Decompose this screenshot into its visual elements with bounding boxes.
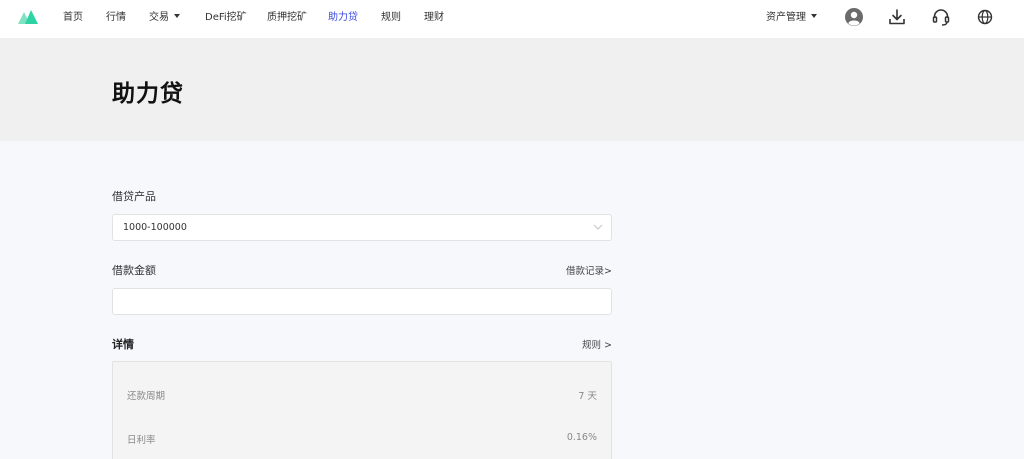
nav-trade-label: 交易 xyxy=(149,12,169,23)
page-title: 助力贷 xyxy=(112,81,184,107)
loan-product-label: 借贷产品 xyxy=(112,190,156,203)
nav-rules-label: 规则 xyxy=(381,12,401,23)
nav-assist-loan-label: 助力贷 xyxy=(328,12,358,23)
daily-rate-label: 日利率 xyxy=(127,435,156,446)
nav-staking-mining-label: 质押挖矿 xyxy=(267,12,307,23)
logo-icon[interactable] xyxy=(18,10,38,24)
nav-defi-mining-label: DeFi挖矿 xyxy=(205,12,247,23)
loan-product-value: 1000-100000 xyxy=(123,222,187,233)
loan-amount-input[interactable] xyxy=(112,288,612,315)
loan-amount-label: 借款金额 xyxy=(112,264,156,277)
nav-assist-loan[interactable]: 助力贷 xyxy=(328,0,358,38)
caret-down-icon xyxy=(174,14,180,18)
chevron-down-icon xyxy=(593,224,603,230)
repayment-period-label: 还款周期 xyxy=(127,391,166,402)
nav-home[interactable]: 首页 xyxy=(63,0,83,38)
nav-market[interactable]: 行情 xyxy=(106,0,126,38)
details-title: 详情 xyxy=(112,338,134,351)
download-icon[interactable] xyxy=(887,7,907,27)
asset-management-dropdown[interactable]: 资产管理 xyxy=(766,0,817,38)
asset-management-label: 资产管理 xyxy=(766,12,806,23)
detail-row-repayment-period: 还款周期 7 天 xyxy=(113,388,611,402)
top-navbar: 首页 行情 交易 DeFi挖矿 质押挖矿 助力贷 规则 理财 资产管理 xyxy=(0,0,1024,38)
user-icon[interactable] xyxy=(844,7,864,27)
nav-wealth[interactable]: 理财 xyxy=(424,0,444,38)
globe-icon[interactable] xyxy=(975,7,995,27)
rules-link[interactable]: 规则 > xyxy=(582,337,612,351)
nav-staking-mining[interactable]: 质押挖矿 xyxy=(267,0,307,38)
page-header-banner: 助力贷 xyxy=(0,38,1024,141)
nav-market-label: 行情 xyxy=(106,12,126,23)
nav-wealth-label: 理财 xyxy=(424,12,444,23)
details-panel: 还款周期 7 天 日利率 0.16% xyxy=(112,361,612,459)
daily-rate-value: 0.16% xyxy=(566,432,597,443)
nav-defi-mining[interactable]: DeFi挖矿 xyxy=(205,0,247,38)
nav-home-label: 首页 xyxy=(63,12,83,23)
detail-row-daily-rate: 日利率 0.16% xyxy=(113,432,611,446)
loan-records-link[interactable]: 借款记录> xyxy=(566,263,612,277)
nav-rules[interactable]: 规则 xyxy=(381,0,401,38)
caret-down-icon xyxy=(811,14,817,18)
nav-trade-dropdown[interactable]: 交易 xyxy=(149,0,180,38)
loan-product-select[interactable]: 1000-100000 xyxy=(112,214,612,241)
headset-icon[interactable] xyxy=(931,7,951,27)
repayment-period-value: 7 天 xyxy=(578,391,597,402)
